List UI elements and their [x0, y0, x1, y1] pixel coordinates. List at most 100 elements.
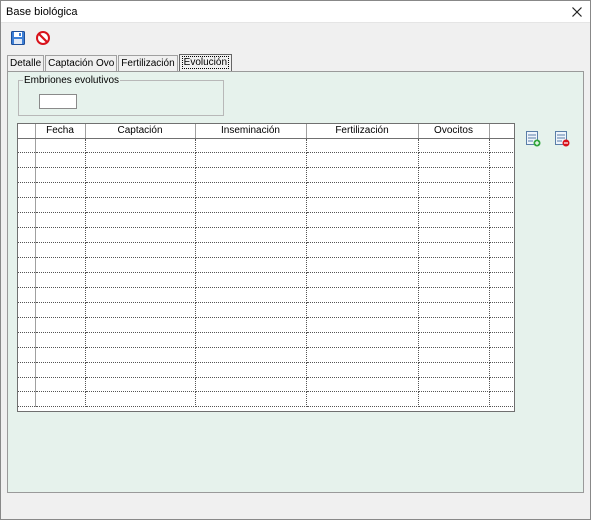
grid-cell[interactable] — [418, 377, 490, 393]
row-header-cell[interactable] — [18, 377, 36, 393]
table-row[interactable] — [18, 317, 514, 333]
row-header-corner[interactable] — [18, 124, 36, 139]
grid-cell[interactable] — [195, 272, 307, 288]
tab-captacion-ovo[interactable]: Captación Ovo — [45, 55, 118, 72]
grid-cell[interactable] — [418, 212, 490, 229]
grid-cell[interactable] — [418, 242, 490, 258]
row-header-cell[interactable] — [18, 212, 36, 229]
cancel-button[interactable] — [35, 30, 51, 46]
grid-cell[interactable] — [35, 362, 86, 378]
column-header[interactable]: Ovocitos — [418, 124, 490, 139]
grid-cell[interactable] — [195, 257, 307, 273]
grid-cell[interactable] — [85, 302, 196, 318]
table-row[interactable] — [18, 242, 514, 258]
grid-cell[interactable] — [195, 317, 307, 333]
row-header-cell[interactable] — [18, 287, 36, 303]
grid-cell[interactable] — [35, 138, 86, 154]
grid-cell[interactable] — [306, 362, 419, 378]
row-header-cell[interactable] — [18, 272, 36, 288]
tab-evolucion[interactable]: Evolución — [178, 54, 233, 72]
grid-cell[interactable] — [306, 287, 419, 303]
grid-cell[interactable] — [489, 302, 514, 318]
grid-cell[interactable] — [85, 391, 196, 408]
grid-cell[interactable] — [418, 347, 490, 363]
table-row[interactable] — [18, 212, 514, 229]
grid-cell[interactable] — [85, 212, 196, 229]
row-header-cell[interactable] — [18, 362, 36, 378]
grid-cell[interactable] — [489, 227, 514, 244]
column-header[interactable]: Fertilización — [306, 124, 419, 139]
grid-cell[interactable] — [418, 317, 490, 333]
grid-cell[interactable] — [306, 272, 419, 288]
grid-cell[interactable] — [35, 212, 86, 229]
grid-cell[interactable] — [85, 317, 196, 333]
grid-cell[interactable] — [489, 272, 514, 288]
table-row[interactable] — [18, 302, 514, 318]
grid-cell[interactable] — [85, 272, 196, 288]
grid-cell[interactable] — [489, 332, 514, 348]
grid-cell[interactable] — [489, 212, 514, 229]
grid-cell[interactable] — [35, 391, 86, 408]
row-header-cell[interactable] — [18, 302, 36, 318]
row-header-cell[interactable] — [18, 152, 36, 169]
grid-cell[interactable] — [306, 138, 419, 154]
table-row[interactable] — [18, 152, 514, 169]
grid-cell[interactable] — [85, 167, 196, 184]
grid-cell[interactable] — [306, 302, 419, 318]
table-row[interactable] — [18, 257, 514, 273]
grid-cell[interactable] — [489, 377, 514, 393]
grid-cell[interactable] — [418, 152, 490, 169]
grid-cell[interactable] — [489, 362, 514, 378]
grid-cell[interactable] — [195, 287, 307, 303]
grid-cell[interactable] — [195, 347, 307, 363]
table-row[interactable] — [18, 362, 514, 378]
grid-cell[interactable] — [35, 377, 86, 393]
embriones-input[interactable] — [39, 94, 77, 109]
grid-cell[interactable] — [306, 257, 419, 273]
grid-cell[interactable] — [35, 257, 86, 273]
table-row[interactable] — [18, 272, 514, 288]
grid-cell[interactable] — [85, 287, 196, 303]
grid-cell[interactable] — [489, 167, 514, 184]
table-row[interactable] — [18, 287, 514, 303]
grid-cell[interactable] — [306, 167, 419, 184]
grid-cell[interactable] — [306, 197, 419, 214]
close-button[interactable] — [568, 3, 586, 21]
table-row[interactable] — [18, 347, 514, 363]
row-header-cell[interactable] — [18, 182, 36, 199]
grid-cell[interactable] — [195, 391, 307, 408]
grid-cell[interactable] — [195, 197, 307, 214]
grid-cell[interactable] — [85, 152, 196, 169]
grid-cell[interactable] — [35, 242, 86, 258]
grid-cell[interactable] — [195, 302, 307, 318]
delete-row-button[interactable] — [553, 130, 571, 148]
grid-cell[interactable] — [306, 152, 419, 169]
grid-cell[interactable] — [85, 242, 196, 258]
grid-cell[interactable] — [195, 152, 307, 169]
grid-cell[interactable] — [85, 227, 196, 244]
grid-cell[interactable] — [85, 182, 196, 199]
grid-cell[interactable] — [35, 272, 86, 288]
table-row[interactable] — [18, 227, 514, 244]
grid-cell[interactable] — [195, 242, 307, 258]
row-header-cell[interactable] — [18, 257, 36, 273]
grid-cell[interactable] — [35, 152, 86, 169]
row-header-cell[interactable] — [18, 317, 36, 333]
grid-cell[interactable] — [489, 347, 514, 363]
grid-cell[interactable] — [489, 242, 514, 258]
grid-cell[interactable] — [418, 287, 490, 303]
grid-cell[interactable] — [195, 167, 307, 184]
grid-cell[interactable] — [418, 182, 490, 199]
grid-cell[interactable] — [35, 167, 86, 184]
grid-cell[interactable] — [489, 287, 514, 303]
grid-cell[interactable] — [489, 152, 514, 169]
grid-cell[interactable] — [418, 302, 490, 318]
table-row[interactable] — [18, 332, 514, 348]
grid-cell[interactable] — [418, 272, 490, 288]
table-row[interactable] — [18, 377, 514, 393]
grid-cell[interactable] — [418, 332, 490, 348]
row-header-cell[interactable] — [18, 138, 36, 154]
grid-cell[interactable] — [85, 332, 196, 348]
grid-cell[interactable] — [85, 377, 196, 393]
column-header[interactable]: Captación — [85, 124, 196, 139]
